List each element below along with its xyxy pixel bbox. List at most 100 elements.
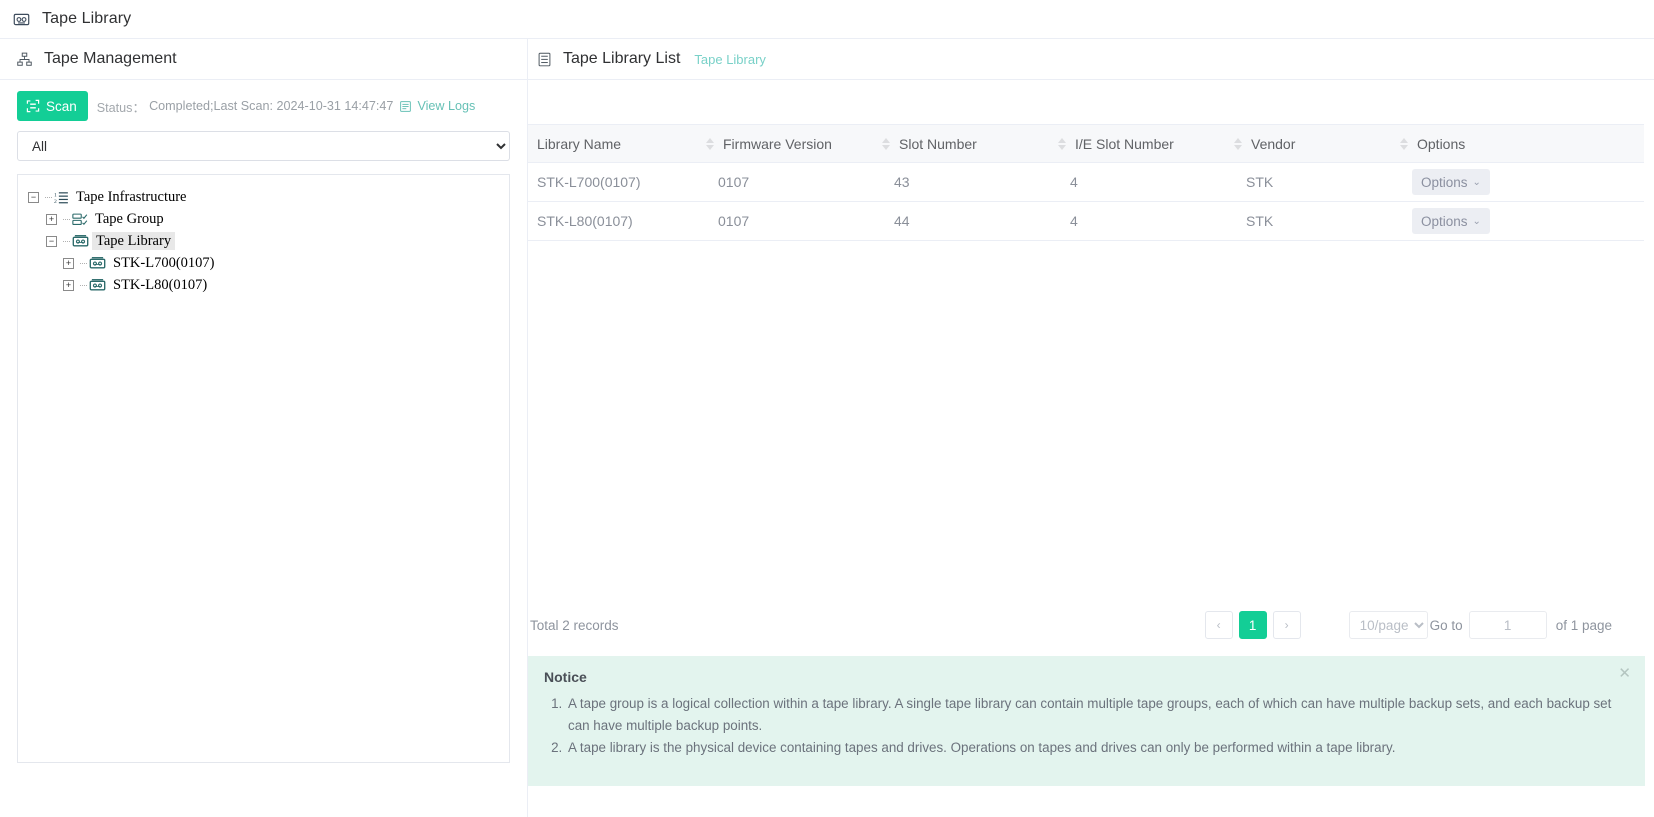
scan-row: Scan Status： Completed;Last Scan: 2024-1… [0, 80, 527, 121]
cell-slot-number: 44 [880, 202, 1056, 241]
window-title-bar: Tape Library [0, 0, 1654, 39]
page-size-select[interactable]: 10/page [1349, 611, 1428, 639]
column-header-vendor[interactable]: Vendor [1232, 125, 1398, 163]
tree-expander-collapse-icon[interactable]: − [28, 192, 39, 203]
tree-connector [63, 219, 70, 220]
tree-node-label: Tape Infrastructure [72, 188, 191, 206]
tree-node-label: Tape Library [92, 232, 175, 250]
tree-expander-expand-icon[interactable]: + [46, 214, 57, 225]
right-panel: Tape Library List Tape Library Library N… [528, 39, 1654, 817]
tree-node-label: STK-L700(0107) [109, 254, 219, 272]
tape-management-title: Tape Management [44, 50, 177, 68]
column-label: Vendor [1251, 136, 1295, 152]
options-button[interactable]: Options ⌄ [1412, 208, 1490, 234]
page-number-button-1[interactable]: 1 [1239, 611, 1267, 639]
cell-library-name: STK-L700(0107) [528, 163, 704, 202]
cell-ie-slot-number: 4 [1056, 163, 1232, 202]
tree-node-stk-l700[interactable]: + STK-L700(0107) [18, 252, 509, 274]
table-header-row: Library Name Firmware Version Slot Nu [528, 125, 1644, 163]
cell-options: Options ⌄ [1398, 202, 1644, 241]
cell-vendor: STK [1232, 163, 1398, 202]
next-page-button[interactable]: › [1273, 611, 1301, 639]
column-header-library-name[interactable]: Library Name [528, 125, 704, 163]
left-panel: Tape Management Scan Status： Completed;L… [0, 39, 528, 817]
notice-item: A tape library is the physical device co… [566, 737, 1627, 759]
tree-node-label: STK-L80(0107) [109, 276, 211, 294]
prev-page-button[interactable]: ‹ [1205, 611, 1233, 639]
scan-status: Status： Completed;Last Scan: 2024-10-31 … [97, 97, 476, 116]
cell-ie-slot-number: 4 [1056, 202, 1232, 241]
tree-expander-expand-icon[interactable]: + [63, 280, 74, 291]
pagination-controls: ‹ 1 › 10/page Go to of 1 page [1205, 611, 1654, 639]
of-pages-label: of 1 page [1556, 618, 1612, 633]
svg-text:2: 2 [54, 198, 57, 204]
notice-title: Notice [544, 669, 1627, 685]
breadcrumb[interactable]: Tape Library [694, 52, 766, 67]
tree-connector [63, 241, 70, 242]
table-area: Library Name Firmware Version Slot Nu [528, 124, 1654, 241]
pagination-bar: Total 2 records ‹ 1 › 10/page Go to of 1… [528, 611, 1654, 639]
tree-connector [80, 285, 87, 286]
goto-label: Go to [1430, 618, 1463, 633]
tape-library-table: Library Name Firmware Version Slot Nu [528, 124, 1644, 241]
view-logs-label: View Logs [417, 99, 475, 113]
page-title: Tape Library [42, 10, 131, 28]
tree-expander-collapse-icon[interactable]: − [46, 236, 57, 247]
scan-status-label: Status： [97, 97, 145, 116]
sitemap-icon [17, 52, 32, 67]
tree-filter-wrap: All [17, 131, 510, 161]
column-label: Library Name [528, 136, 621, 152]
tree-node-label: Tape Group [91, 210, 168, 228]
tape-library-icon [72, 234, 89, 249]
tape-group-icon [72, 212, 88, 227]
chevron-down-icon: ⌄ [1473, 216, 1481, 227]
column-label: Firmware Version [723, 136, 832, 152]
list-title: Tape Library List [563, 50, 680, 68]
tape-tree[interactable]: − 1 2 Tape Infrastructure + [17, 174, 510, 763]
options-button-label: Options [1421, 214, 1468, 229]
list-icon [537, 52, 552, 67]
column-label: I/E Slot Number [1075, 136, 1174, 152]
ordered-list-icon: 1 2 [54, 190, 69, 205]
logs-icon [399, 100, 412, 113]
cell-vendor: STK [1232, 202, 1398, 241]
tree-connector [80, 263, 87, 264]
tree-node-tape-group[interactable]: + Tape Group [18, 208, 509, 230]
sort-icon[interactable] [1234, 138, 1242, 150]
cell-firmware-version: 0107 [704, 202, 880, 241]
chevron-down-icon: ⌄ [1473, 177, 1481, 188]
svg-text:1: 1 [54, 192, 57, 198]
tree-filter-select[interactable]: All [17, 131, 510, 161]
sort-icon[interactable] [706, 138, 714, 150]
view-logs-link[interactable]: View Logs [399, 99, 475, 113]
column-label: Options [1417, 136, 1465, 152]
notice-list: A tape group is a logical collection wit… [544, 693, 1627, 759]
tree-expander-expand-icon[interactable]: + [63, 258, 74, 269]
cell-firmware-version: 0107 [704, 163, 880, 202]
scan-icon [26, 99, 40, 113]
close-icon[interactable]: ✕ [1618, 666, 1631, 681]
options-button[interactable]: Options ⌄ [1412, 169, 1490, 195]
tree-node-stk-l80[interactable]: + STK-L80(0107) [18, 274, 509, 296]
tape-management-header: Tape Management [0, 39, 527, 80]
column-header-firmware-version[interactable]: Firmware Version [704, 125, 880, 163]
tree-node-tape-library[interactable]: − Tape Library [18, 230, 509, 252]
sort-icon[interactable] [1058, 138, 1066, 150]
notice-panel: ✕ Notice A tape group is a logical colle… [528, 656, 1645, 786]
scan-button[interactable]: Scan [17, 91, 88, 121]
table-row[interactable]: STK-L80(0107) 0107 44 4 STK Options ⌄ [528, 202, 1644, 241]
tape-library-icon [89, 278, 106, 293]
sort-icon[interactable] [882, 138, 890, 150]
column-header-slot-number[interactable]: Slot Number [880, 125, 1056, 163]
sort-icon[interactable] [1400, 138, 1408, 150]
total-records-label: Total 2 records [530, 618, 619, 633]
cell-library-name: STK-L80(0107) [528, 202, 704, 241]
cell-options: Options ⌄ [1398, 163, 1644, 202]
tape-cartridge-icon [13, 11, 30, 28]
table-row[interactable]: STK-L700(0107) 0107 43 4 STK Options ⌄ [528, 163, 1644, 202]
tape-library-list-header: Tape Library List Tape Library [528, 39, 1654, 80]
goto-page-input[interactable] [1469, 611, 1547, 639]
tree-node-tape-infrastructure[interactable]: − 1 2 Tape Infrastructure [18, 186, 509, 208]
column-header-ie-slot-number[interactable]: I/E Slot Number [1056, 125, 1232, 163]
column-header-options[interactable]: Options [1398, 125, 1644, 163]
